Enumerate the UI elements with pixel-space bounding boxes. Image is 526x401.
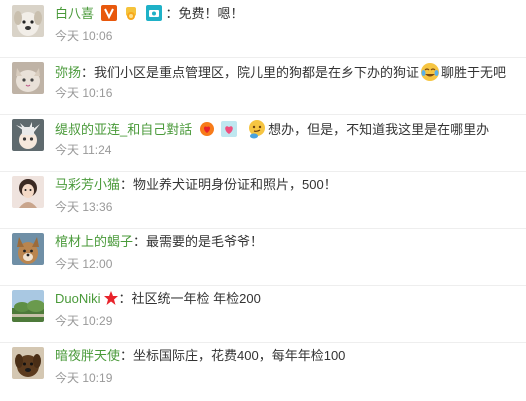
avatar[interactable] — [12, 5, 44, 37]
comment-line: 马彩芳小猫：物业养犬证明身份证和照片，500！ — [55, 176, 518, 194]
timestamp: 今天 10:19 — [55, 371, 113, 385]
separator: ： — [120, 177, 134, 192]
username-link[interactable]: 弥扬 — [55, 65, 81, 80]
comment-item: 白八喜 ：免费！嗯！ 今天 10:06 — [0, 0, 526, 58]
comment-line: 暗夜胖天使：坐标国际庄，花费400，每年年检100 — [55, 347, 518, 365]
username-link[interactable]: 棺材上的蝎子 — [55, 234, 133, 249]
username-link[interactable]: 暗夜胖天使 — [55, 348, 120, 363]
comment-text: 坐标国际庄，花费400，每年年检100 — [133, 348, 346, 363]
comment-item: DuoNiki ：社区统一年检 年检200 今天 10:29 — [0, 285, 526, 343]
comment-item: 弥扬：我们小区是重点管理区，院儿里的狗都是在乡下办的狗证 聊胜于无吧 今天 10… — [0, 57, 526, 115]
separator: ： — [133, 234, 147, 249]
comment-text: 免费！嗯！ — [178, 6, 244, 21]
avatar[interactable] — [12, 290, 44, 322]
comment-line: 白八喜 ：免费！嗯！ — [55, 5, 518, 23]
comment-item: 暗夜胖天使：坐标国际庄，花费400，每年年检100 今天 10:19 — [0, 342, 526, 400]
comment-text: 物业养犬证明身份证和照片，500！ — [133, 177, 337, 192]
separator: ： — [165, 6, 179, 21]
avatar[interactable] — [12, 347, 44, 379]
username-link[interactable]: 缇叔的亚连_和自己對話 — [55, 122, 192, 137]
timestamp: 今天 10:16 — [55, 86, 113, 100]
avatar[interactable] — [12, 62, 44, 94]
comment-text: 社区统一年检 年检200 — [131, 291, 261, 306]
thinking-face-emoji-icon — [247, 119, 267, 139]
avatar[interactable] — [12, 119, 44, 151]
comment-text: 最需要的是毛爷爷！ — [146, 234, 264, 249]
avatar[interactable] — [12, 176, 44, 208]
username-link[interactable]: DuoNiki — [55, 291, 101, 306]
username-link[interactable]: 白八喜 — [55, 6, 94, 21]
comment-line: DuoNiki ：社区统一年检 年检200 — [55, 290, 518, 308]
camera-badge-icon[interactable] — [145, 5, 162, 21]
timestamp: 今天 11:24 — [55, 143, 112, 157]
comment-item: 马彩芳小猫：物业养犬证明身份证和照片，500！ 今天 13:36 — [0, 171, 526, 229]
medal-badge-icon[interactable] — [123, 5, 139, 21]
avatar[interactable] — [12, 233, 44, 265]
comment-text: 我们小区是重点管理区，院儿里的狗都是在乡下办的狗证 — [94, 65, 420, 80]
comment-text: 想办，但是，不知道我这里是在哪里办 — [268, 122, 490, 137]
vip-v-badge-icon[interactable] — [100, 5, 117, 21]
comment-line: 缇叔的亚连_和自己對話 想办，但是，不知道我这里是在哪里办 — [55, 119, 518, 139]
comment-list: 白八喜 ：免费！嗯！ 今天 10:06 弥扬：我们小区是重点管理区，院儿里的狗都… — [0, 0, 526, 401]
separator: ： — [81, 65, 95, 80]
comment-item: 棺材上的蝎子：最需要的是毛爷爷！ 今天 12:00 — [0, 228, 526, 286]
comment-item: 缇叔的亚连_和自己對話 想办，但是，不知道我这里是在哪里办 今天 11:24 — [0, 114, 526, 172]
timestamp: 今天 12:00 — [55, 257, 113, 271]
comment-line: 棺材上的蝎子：最需要的是毛爷爷！ — [55, 233, 518, 251]
separator: ： — [118, 291, 132, 306]
timestamp: 今天 13:36 — [55, 200, 113, 214]
heart-badge-icon[interactable] — [221, 121, 238, 137]
comment-text: 聊胜于无吧 — [441, 65, 507, 80]
crying-laugh-emoji-icon — [420, 62, 440, 82]
timestamp: 今天 10:29 — [55, 314, 113, 328]
red-star-badge-icon[interactable] — [103, 290, 119, 306]
comment-line: 弥扬：我们小区是重点管理区，院儿里的狗都是在乡下办的狗证 聊胜于无吧 — [55, 62, 518, 82]
fire-heart-badge-icon[interactable] — [199, 121, 215, 137]
username-link[interactable]: 马彩芳小猫 — [55, 177, 120, 192]
timestamp: 今天 10:06 — [55, 29, 113, 43]
separator: ： — [120, 348, 134, 363]
